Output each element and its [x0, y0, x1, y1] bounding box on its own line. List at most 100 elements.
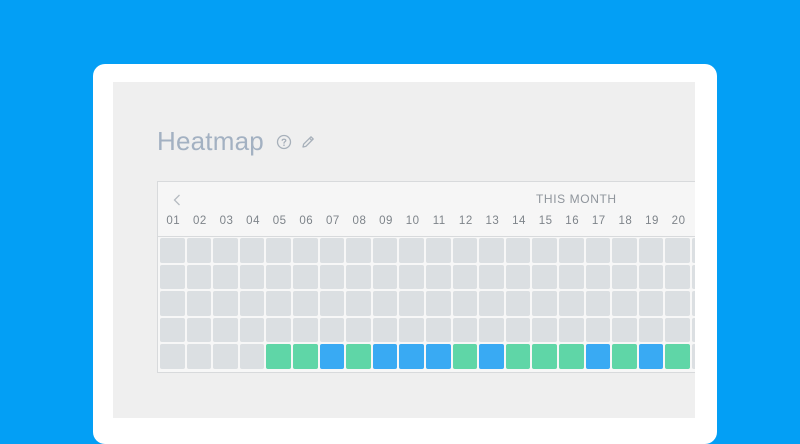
heatmap-cell[interactable] — [292, 344, 318, 369]
heatmap-cell[interactable] — [372, 291, 398, 316]
heatmap-cell[interactable] — [612, 344, 637, 369]
heatmap-cell[interactable] — [160, 291, 185, 316]
heatmap-cell[interactable] — [638, 291, 664, 316]
heatmap-cell[interactable] — [266, 291, 291, 316]
heatmap-cell[interactable] — [292, 264, 318, 290]
heatmap-cell[interactable] — [665, 344, 690, 369]
heatmap-cell[interactable] — [213, 344, 238, 369]
heatmap-cell[interactable] — [479, 238, 504, 263]
heatmap-cell[interactable] — [479, 317, 504, 343]
heatmap-cell[interactable] — [346, 238, 371, 263]
heatmap-cell[interactable] — [558, 264, 584, 290]
heatmap-cell[interactable] — [399, 317, 424, 343]
chevron-left-icon[interactable] — [170, 191, 184, 209]
heatmap-cell[interactable] — [665, 264, 690, 290]
heatmap-cell[interactable] — [346, 291, 371, 316]
heatmap-cell[interactable] — [239, 238, 265, 263]
heatmap-cell[interactable] — [346, 344, 371, 369]
heatmap-cell[interactable] — [399, 238, 424, 263]
heatmap-cell[interactable] — [319, 264, 345, 290]
heatmap-cell[interactable] — [665, 317, 690, 343]
heatmap-cell[interactable] — [319, 238, 345, 263]
heatmap-cell[interactable] — [213, 317, 238, 343]
heatmap-cell[interactable] — [585, 264, 611, 290]
heatmap-cell[interactable] — [479, 264, 504, 290]
heatmap-cell[interactable] — [346, 264, 371, 290]
heatmap-cell[interactable] — [239, 317, 265, 343]
heatmap-cell[interactable] — [479, 291, 504, 316]
heatmap-cell[interactable] — [532, 264, 557, 290]
heatmap-cell[interactable] — [239, 344, 265, 369]
heatmap-cell[interactable] — [532, 317, 557, 343]
heatmap-cell[interactable] — [292, 291, 318, 316]
heatmap-cell[interactable] — [425, 238, 451, 263]
heatmap-cell[interactable] — [186, 344, 212, 369]
heatmap-cell[interactable] — [585, 344, 611, 369]
heatmap-cell[interactable] — [239, 291, 265, 316]
heatmap-cell[interactable] — [160, 344, 185, 369]
heatmap-cell[interactable] — [452, 317, 478, 343]
heatmap-cell[interactable] — [665, 291, 690, 316]
pencil-icon[interactable] — [300, 134, 316, 150]
heatmap-cell[interactable] — [213, 264, 238, 290]
heatmap-cell[interactable] — [372, 264, 398, 290]
heatmap-cell[interactable] — [319, 317, 345, 343]
heatmap-cell[interactable] — [638, 238, 664, 263]
heatmap-cell[interactable] — [372, 317, 398, 343]
heatmap-cell[interactable] — [266, 264, 291, 290]
heatmap-cell[interactable] — [638, 317, 664, 343]
heatmap-cell[interactable] — [160, 317, 185, 343]
heatmap-cell[interactable] — [532, 344, 557, 369]
heatmap-cell[interactable] — [346, 317, 371, 343]
heatmap-cell[interactable] — [425, 264, 451, 290]
heatmap-cell[interactable] — [585, 238, 611, 263]
heatmap-cell[interactable] — [505, 238, 531, 263]
heatmap-cell[interactable] — [160, 238, 185, 263]
heatmap-cell[interactable] — [612, 238, 637, 263]
heatmap-cell[interactable] — [452, 291, 478, 316]
heatmap-cell[interactable] — [213, 291, 238, 316]
heatmap-cell[interactable] — [425, 344, 451, 369]
heatmap-cell[interactable] — [186, 264, 212, 290]
heatmap-cell[interactable] — [186, 317, 212, 343]
heatmap-cell[interactable] — [372, 344, 398, 369]
heatmap-cell[interactable] — [479, 344, 504, 369]
heatmap-cell[interactable] — [505, 344, 531, 369]
heatmap-cell[interactable] — [266, 317, 291, 343]
heatmap-cell[interactable] — [372, 238, 398, 263]
heatmap-cell[interactable] — [532, 238, 557, 263]
heatmap-cell[interactable] — [292, 238, 318, 263]
heatmap-cell[interactable] — [665, 238, 690, 263]
heatmap-cell[interactable] — [612, 264, 637, 290]
heatmap-cell[interactable] — [239, 264, 265, 290]
heatmap-cell[interactable] — [213, 238, 238, 263]
heatmap-cell[interactable] — [399, 264, 424, 290]
heatmap-cell[interactable] — [425, 317, 451, 343]
heatmap-cell[interactable] — [638, 344, 664, 369]
heatmap-cell[interactable] — [585, 291, 611, 316]
heatmap-cell[interactable] — [266, 344, 291, 369]
heatmap-cell[interactable] — [399, 344, 424, 369]
heatmap-cell[interactable] — [266, 238, 291, 263]
heatmap-cell[interactable] — [452, 344, 478, 369]
heatmap-cell[interactable] — [612, 317, 637, 343]
heatmap-cell[interactable] — [186, 291, 212, 316]
heatmap-cell[interactable] — [532, 291, 557, 316]
heatmap-cell[interactable] — [638, 264, 664, 290]
heatmap-cell[interactable] — [399, 291, 424, 316]
heatmap-cell[interactable] — [319, 344, 345, 369]
heatmap-cell[interactable] — [505, 264, 531, 290]
heatmap-cell[interactable] — [691, 344, 695, 369]
heatmap-cell[interactable] — [425, 291, 451, 316]
heatmap-cell[interactable] — [292, 317, 318, 343]
heatmap-cell[interactable] — [186, 238, 212, 263]
heatmap-cell[interactable] — [691, 264, 695, 290]
heatmap-cell[interactable] — [585, 317, 611, 343]
heatmap-cell[interactable] — [691, 291, 695, 316]
heatmap-cell[interactable] — [691, 317, 695, 343]
heatmap-cell[interactable] — [452, 238, 478, 263]
heatmap-cell[interactable] — [452, 264, 478, 290]
heatmap-cell[interactable] — [505, 317, 531, 343]
heatmap-cell[interactable] — [558, 238, 584, 263]
heatmap-cell[interactable] — [612, 291, 637, 316]
